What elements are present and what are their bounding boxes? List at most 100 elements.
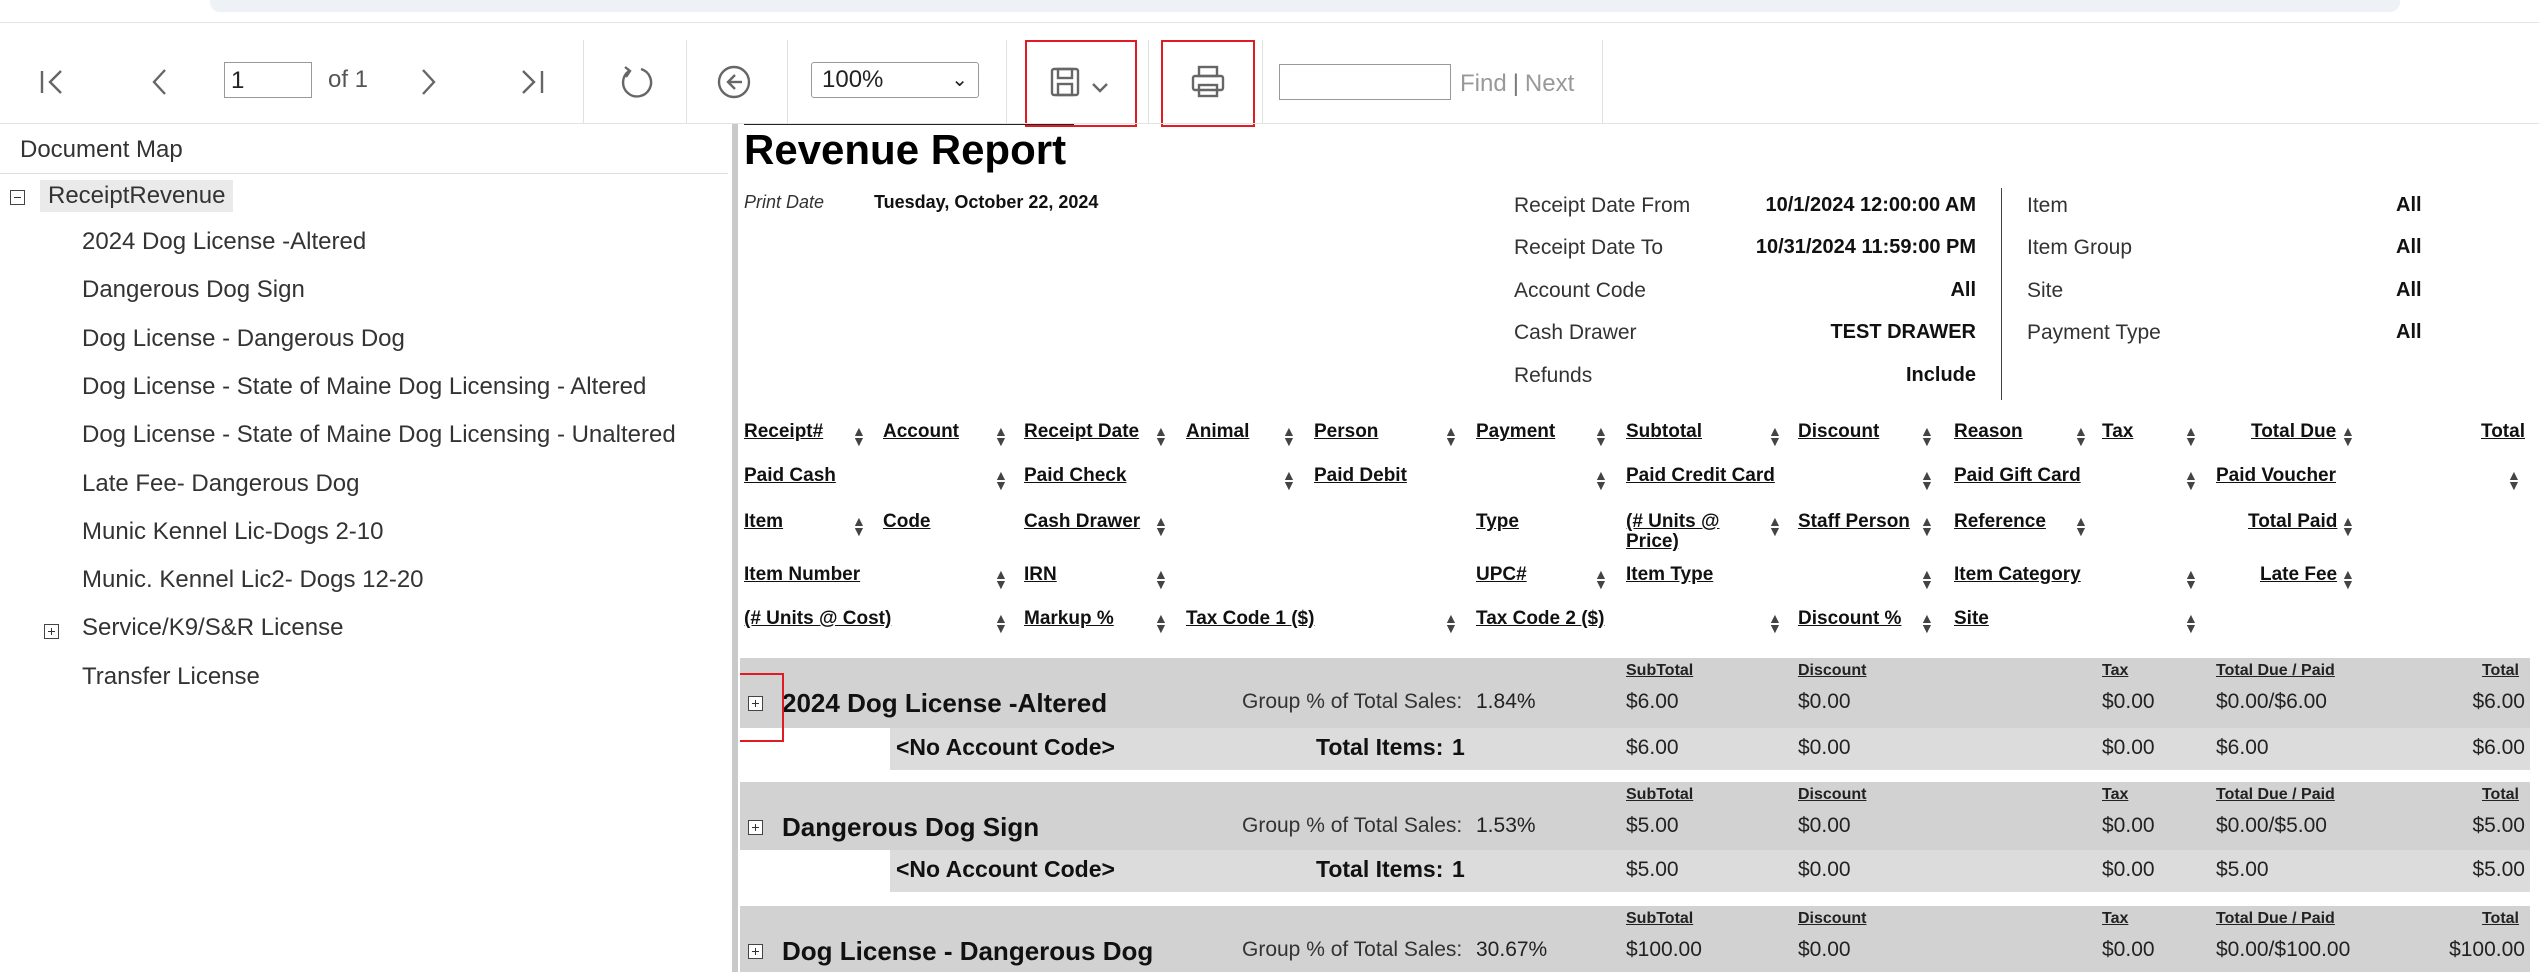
- col-header-markup[interactable]: Markup %: [1024, 609, 1114, 629]
- col-header-account[interactable]: Account: [883, 422, 959, 442]
- col-header-tax-code-2[interactable]: Tax Code 2 ($): [1476, 609, 1604, 629]
- panel-splitter[interactable]: [732, 124, 738, 972]
- find-link[interactable]: Find: [1460, 70, 1507, 97]
- back-button[interactable]: [708, 40, 760, 124]
- col-header-item-category[interactable]: Item Category: [1954, 565, 2081, 585]
- sort-icon[interactable]: ▲ ▼: [2184, 424, 2198, 448]
- col-header-reason[interactable]: Reason: [1954, 422, 2023, 442]
- col-header-irn[interactable]: IRN: [1024, 565, 1057, 585]
- sort-icon[interactable]: ▲ ▼: [1920, 567, 1934, 591]
- expand-icon[interactable]: [748, 820, 763, 835]
- col-header-reference[interactable]: Reference: [1954, 512, 2046, 532]
- sort-icon[interactable]: ▲ ▼: [1594, 567, 1608, 591]
- collapse-icon[interactable]: [10, 190, 25, 205]
- col-header-item[interactable]: Item: [744, 512, 783, 532]
- sort-icon[interactable]: ▲ ▼: [1920, 424, 1934, 448]
- col-header-tax[interactable]: Tax: [2102, 422, 2133, 442]
- sort-icon[interactable]: ▲ ▼: [994, 611, 1008, 635]
- col-header-units-price[interactable]: (# Units @ Price): [1626, 512, 1719, 552]
- sort-icon[interactable]: ▲ ▼: [1768, 424, 1782, 448]
- col-header-total-paid[interactable]: Total Paid: [2248, 512, 2337, 532]
- first-page-button[interactable]: [26, 40, 78, 124]
- col-header-animal[interactable]: Animal: [1186, 422, 1249, 442]
- sort-icon[interactable]: ▲ ▼: [2074, 514, 2088, 538]
- sort-icon[interactable]: ▲ ▼: [1444, 424, 1458, 448]
- find-input[interactable]: [1279, 64, 1451, 100]
- sort-icon[interactable]: ▲ ▼: [2341, 424, 2355, 448]
- col-header-upc[interactable]: UPC#: [1476, 565, 1527, 585]
- tree-item[interactable]: Dog License - State of Maine Dog Licensi…: [82, 421, 676, 449]
- last-page-button[interactable]: [506, 40, 558, 124]
- col-header-discount[interactable]: Discount: [1798, 422, 1879, 442]
- col-header-discount-pct[interactable]: Discount %: [1798, 609, 1901, 629]
- col-header-receipt[interactable]: Receipt#: [744, 422, 823, 442]
- sort-icon[interactable]: ▲ ▼: [852, 424, 866, 448]
- sort-icon[interactable]: ▲ ▼: [1154, 611, 1168, 635]
- tree-item[interactable]: Service/K9/S&R License: [82, 614, 343, 642]
- expand-icon[interactable]: [748, 944, 763, 959]
- sort-icon[interactable]: ▲ ▼: [2184, 611, 2198, 635]
- tree-item[interactable]: Munic Kennel Lic-Dogs 2-10: [82, 518, 384, 546]
- sort-icon[interactable]: ▲ ▼: [2074, 424, 2088, 448]
- tree-item[interactable]: 2024 Dog License -Altered: [82, 228, 366, 256]
- sort-icon[interactable]: ▲ ▼: [1594, 424, 1608, 448]
- col-header-person[interactable]: Person: [1314, 422, 1378, 442]
- next-link[interactable]: Next: [1525, 70, 1574, 97]
- col-header-units-cost[interactable]: (# Units @ Cost): [744, 609, 891, 629]
- sort-icon[interactable]: ▲ ▼: [1154, 567, 1168, 591]
- tree-item[interactable]: Dog License - Dangerous Dog: [82, 325, 405, 353]
- col-header-item-number[interactable]: Item Number: [744, 565, 860, 585]
- tree-root-receipt-revenue[interactable]: ReceiptRevenue: [40, 180, 234, 212]
- zoom-select[interactable]: 100% ⌄: [811, 62, 979, 98]
- tree-item[interactable]: Late Fee- Dangerous Dog: [82, 470, 360, 498]
- sort-icon[interactable]: ▲ ▼: [1768, 611, 1782, 635]
- expand-icon[interactable]: [44, 624, 59, 639]
- sort-icon[interactable]: ▲ ▼: [2341, 514, 2355, 538]
- col-header-tax-code-1[interactable]: Tax Code 1 ($): [1186, 609, 1314, 629]
- col-header-paid-debit[interactable]: Paid Debit: [1314, 466, 1407, 486]
- page-number-input[interactable]: 1: [224, 62, 312, 98]
- next-page-button[interactable]: [402, 40, 454, 124]
- sort-icon[interactable]: ▲ ▼: [2184, 567, 2198, 591]
- sort-icon[interactable]: ▲ ▼: [1594, 468, 1608, 492]
- tree-item[interactable]: Dangerous Dog Sign: [82, 276, 305, 304]
- col-header-paid-cash[interactable]: Paid Cash: [744, 466, 836, 486]
- previous-page-button[interactable]: [134, 40, 186, 124]
- sort-icon[interactable]: ▲ ▼: [2184, 468, 2198, 492]
- col-header-total-due[interactable]: Total Due: [2251, 422, 2336, 442]
- col-header-subtotal[interactable]: Subtotal: [1626, 422, 1702, 442]
- tree-item[interactable]: Transfer License: [82, 663, 260, 691]
- col-header-receipt-date[interactable]: Receipt Date: [1024, 422, 1139, 442]
- sort-icon[interactable]: ▲ ▼: [994, 567, 1008, 591]
- col-header-item-type[interactable]: Item Type: [1626, 565, 1713, 585]
- sort-icon[interactable]: ▲ ▼: [2507, 468, 2521, 492]
- col-header-paid-gift-card[interactable]: Paid Gift Card: [1954, 466, 2081, 486]
- sort-icon[interactable]: ▲ ▼: [1920, 611, 1934, 635]
- col-header-late-fee[interactable]: Late Fee: [2260, 565, 2337, 585]
- col-header-site[interactable]: Site: [1954, 609, 1989, 629]
- col-header-paid-check[interactable]: Paid Check: [1024, 466, 1126, 486]
- sort-icon[interactable]: ▲ ▼: [1154, 514, 1168, 538]
- tree-item[interactable]: Munic. Kennel Lic2- Dogs 12-20: [82, 566, 424, 594]
- sort-icon[interactable]: ▲ ▼: [1920, 468, 1934, 492]
- col-header-total[interactable]: Total: [2481, 422, 2525, 442]
- col-header-paid-voucher[interactable]: Paid Voucher: [2216, 466, 2336, 486]
- sort-icon[interactable]: ▲ ▼: [1768, 514, 1782, 538]
- col-header-type[interactable]: Type: [1476, 512, 1519, 532]
- col-header-paid-credit-card[interactable]: Paid Credit Card: [1626, 466, 1775, 486]
- col-header-cash-drawer[interactable]: Cash Drawer: [1024, 512, 1140, 532]
- col-header-staff-person[interactable]: Staff Person: [1798, 512, 1910, 532]
- sort-icon[interactable]: ▲ ▼: [1154, 424, 1168, 448]
- sort-icon[interactable]: ▲ ▼: [1282, 424, 1296, 448]
- col-header-payment[interactable]: Payment: [1476, 422, 1555, 442]
- sort-icon[interactable]: ▲ ▼: [994, 468, 1008, 492]
- tree-item[interactable]: Dog License - State of Maine Dog Licensi…: [82, 373, 646, 401]
- refresh-button[interactable]: [608, 40, 664, 124]
- sort-icon[interactable]: ▲ ▼: [2341, 567, 2355, 591]
- sort-icon[interactable]: ▲ ▼: [994, 424, 1008, 448]
- sort-icon[interactable]: ▲ ▼: [852, 514, 866, 538]
- sort-icon[interactable]: ▲ ▼: [1282, 468, 1296, 492]
- sort-icon[interactable]: ▲ ▼: [1444, 611, 1458, 635]
- sort-icon[interactable]: ▲ ▼: [1920, 514, 1934, 538]
- col-header-code[interactable]: Code: [883, 512, 931, 532]
